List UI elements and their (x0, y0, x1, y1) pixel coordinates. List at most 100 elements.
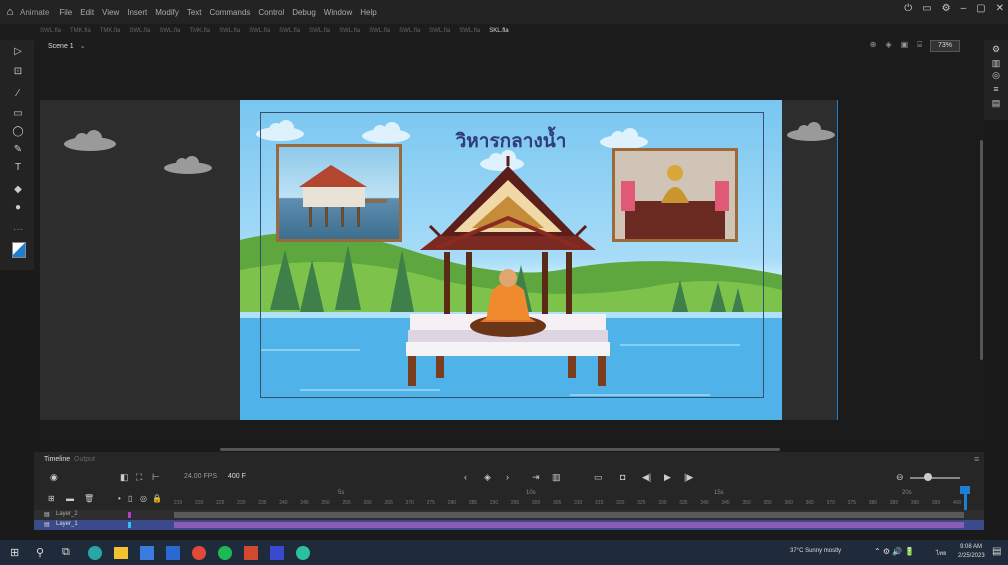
clip-icon[interactable]: ◈ (885, 40, 891, 50)
menu-file[interactable]: File (59, 8, 72, 17)
loop-icon[interactable]: ▭ (594, 472, 603, 483)
doc-tab[interactable]: SWL.fla (219, 28, 240, 34)
chrome-icon[interactable] (192, 546, 206, 560)
tray-icons[interactable]: ⌃ ⚙ 🔊 🔋 (874, 547, 914, 556)
menu-commands[interactable]: Commands (210, 8, 251, 17)
doc-tab[interactable]: SWL.fla (369, 28, 390, 34)
doc-tab[interactable]: SWL.fla (129, 28, 150, 34)
frame-counter[interactable]: 400 F (228, 473, 246, 480)
step-back-icon[interactable]: ◀| (642, 472, 651, 483)
settings-icon[interactable]: ⚙ (942, 3, 951, 14)
minimize-icon[interactable]: – (961, 3, 967, 14)
center-stage-icon[interactable]: ⊕ (870, 40, 877, 50)
file-explorer-icon[interactable] (114, 547, 128, 559)
rectangle-tool-icon[interactable]: ▭ (12, 108, 24, 120)
doc-tab[interactable]: TMK.fla (70, 28, 91, 34)
language-indicator[interactable]: ไทย (936, 548, 947, 558)
home-icon[interactable]: ⌂ (0, 6, 20, 18)
outline-icon[interactable]: ▯ (128, 494, 132, 503)
transform-icon[interactable]: ▤ (990, 98, 1002, 109)
layer-name[interactable]: Layer_2 (56, 511, 78, 517)
properties-icon[interactable]: ⚙ (990, 44, 1002, 55)
menu-text[interactable]: Text (187, 8, 202, 17)
tween-icon[interactable]: ⇥ (532, 472, 540, 483)
keyframe-icon[interactable]: ◈ (484, 472, 491, 483)
edit-symbols-icon[interactable]: ▣ (901, 40, 909, 50)
doc-tab[interactable]: SWL.fla (459, 28, 480, 34)
camera-icon[interactable]: ◉ (50, 472, 58, 483)
horizontal-scrollbar[interactable] (220, 448, 780, 451)
new-layer-icon[interactable]: ⊞ (48, 494, 55, 503)
search-icon[interactable]: ⚲ (36, 546, 44, 559)
library-icon[interactable]: ▥ (990, 58, 1002, 69)
menu-window[interactable]: Window (324, 8, 352, 17)
notification-icon[interactable]: ▤ (992, 546, 1001, 557)
zoom-out-icon[interactable]: ⊖ (896, 472, 904, 483)
share-icon[interactable]: ⏻ (904, 3, 912, 14)
doc-tab[interactable]: SWL.fla (249, 28, 270, 34)
free-transform-icon[interactable]: ⊡ (12, 66, 24, 78)
doc-tab[interactable]: SWL.fla (429, 28, 450, 34)
oval-tool-icon[interactable]: ◯ (12, 126, 24, 138)
app-icon[interactable] (244, 546, 258, 560)
menu-insert[interactable]: Insert (127, 8, 147, 17)
layout-icon[interactable]: ▭ (922, 3, 931, 14)
playhead-handle[interactable] (960, 486, 970, 494)
clock-time[interactable]: 9:08 AM (960, 544, 982, 550)
layer-row[interactable]: ▤ Layer_2 (34, 510, 984, 520)
close-icon[interactable]: ✕ (996, 3, 1004, 14)
chevron-down-icon[interactable]: ⌄ (80, 42, 86, 50)
menu-edit[interactable]: Edit (80, 8, 94, 17)
timeline-tab[interactable]: Timeline (44, 456, 70, 463)
chevron-left-icon[interactable]: ‹ (464, 472, 467, 482)
vertical-scrollbar[interactable] (980, 140, 983, 360)
zoom-input[interactable]: 73% (930, 40, 960, 52)
doc-tab[interactable]: SWL.fla (159, 28, 180, 34)
clock-date[interactable]: 2/25/2023 (958, 553, 985, 559)
text-tool-icon[interactable]: T (12, 162, 24, 174)
scene-selector[interactable]: Scene 1 (48, 43, 74, 50)
new-folder-icon[interactable]: ▬ (66, 494, 74, 503)
visibility-icon[interactable]: ◎ (140, 494, 147, 503)
doc-tab[interactable]: SWL.fla (399, 28, 420, 34)
layer-name[interactable]: Layer_1 (56, 521, 78, 527)
doc-tab[interactable]: SWL.fla (309, 28, 330, 34)
classic-tween-icon[interactable]: ▥ (552, 472, 561, 483)
weather-text[interactable]: 37°C Sunny mostly (790, 548, 841, 554)
panel-menu-icon[interactable]: ≡ (974, 454, 979, 464)
fps-display[interactable]: 24.00 FPS (184, 473, 217, 480)
menu-help[interactable]: Help (360, 8, 376, 17)
doc-tab[interactable]: TMK.fla (189, 28, 210, 34)
paint-bucket-icon[interactable]: ◆ (12, 184, 24, 196)
highlight-icon[interactable]: • (118, 494, 121, 503)
brush-tool-icon[interactable]: ∕ (12, 88, 24, 100)
stop-icon[interactable]: ◘ (620, 472, 625, 482)
mail-icon[interactable] (166, 546, 180, 560)
doc-tab-active[interactable]: SKL.fla (489, 28, 508, 34)
chevron-right-icon[interactable]: › (506, 472, 509, 482)
doc-tab[interactable]: SWL.fla (339, 28, 360, 34)
animate-icon[interactable] (270, 546, 284, 560)
step-forward-icon[interactable]: |▶ (684, 472, 693, 483)
layer-row-selected[interactable]: ▤ Layer_1 (34, 520, 984, 530)
play-icon[interactable]: ▶ (664, 472, 671, 483)
menu-modify[interactable]: Modify (155, 8, 179, 17)
store-icon[interactable] (140, 546, 154, 560)
layer-frames[interactable] (174, 522, 964, 528)
assets-icon[interactable]: ◎ (990, 70, 1002, 81)
zoom-slider-handle[interactable] (924, 473, 932, 481)
doc-tab[interactable]: SWL.fla (40, 28, 61, 34)
frame-view-icon[interactable]: ⊢ (152, 472, 160, 483)
menu-debug[interactable]: Debug (292, 8, 316, 17)
eyedropper-icon[interactable]: ● (12, 202, 24, 214)
menu-control[interactable]: Control (258, 8, 284, 17)
frame-ruler[interactable]: 5s 10s 15s 20s 215 220 225 230 235 240 245 250 2… (174, 490, 974, 508)
align-icon[interactable]: ≡ (990, 84, 1002, 94)
app-icon[interactable] (296, 546, 310, 560)
onion-skin-icon[interactable]: ◧ (120, 472, 129, 483)
layer-frames[interactable] (174, 512, 964, 518)
task-view-icon[interactable]: ⧉ (62, 546, 70, 559)
delete-layer-icon[interactable]: 🗑 (84, 494, 94, 503)
edit-multiple-frames-icon[interactable]: ⛶ (136, 472, 142, 483)
start-icon[interactable]: ⊞ (10, 546, 19, 559)
